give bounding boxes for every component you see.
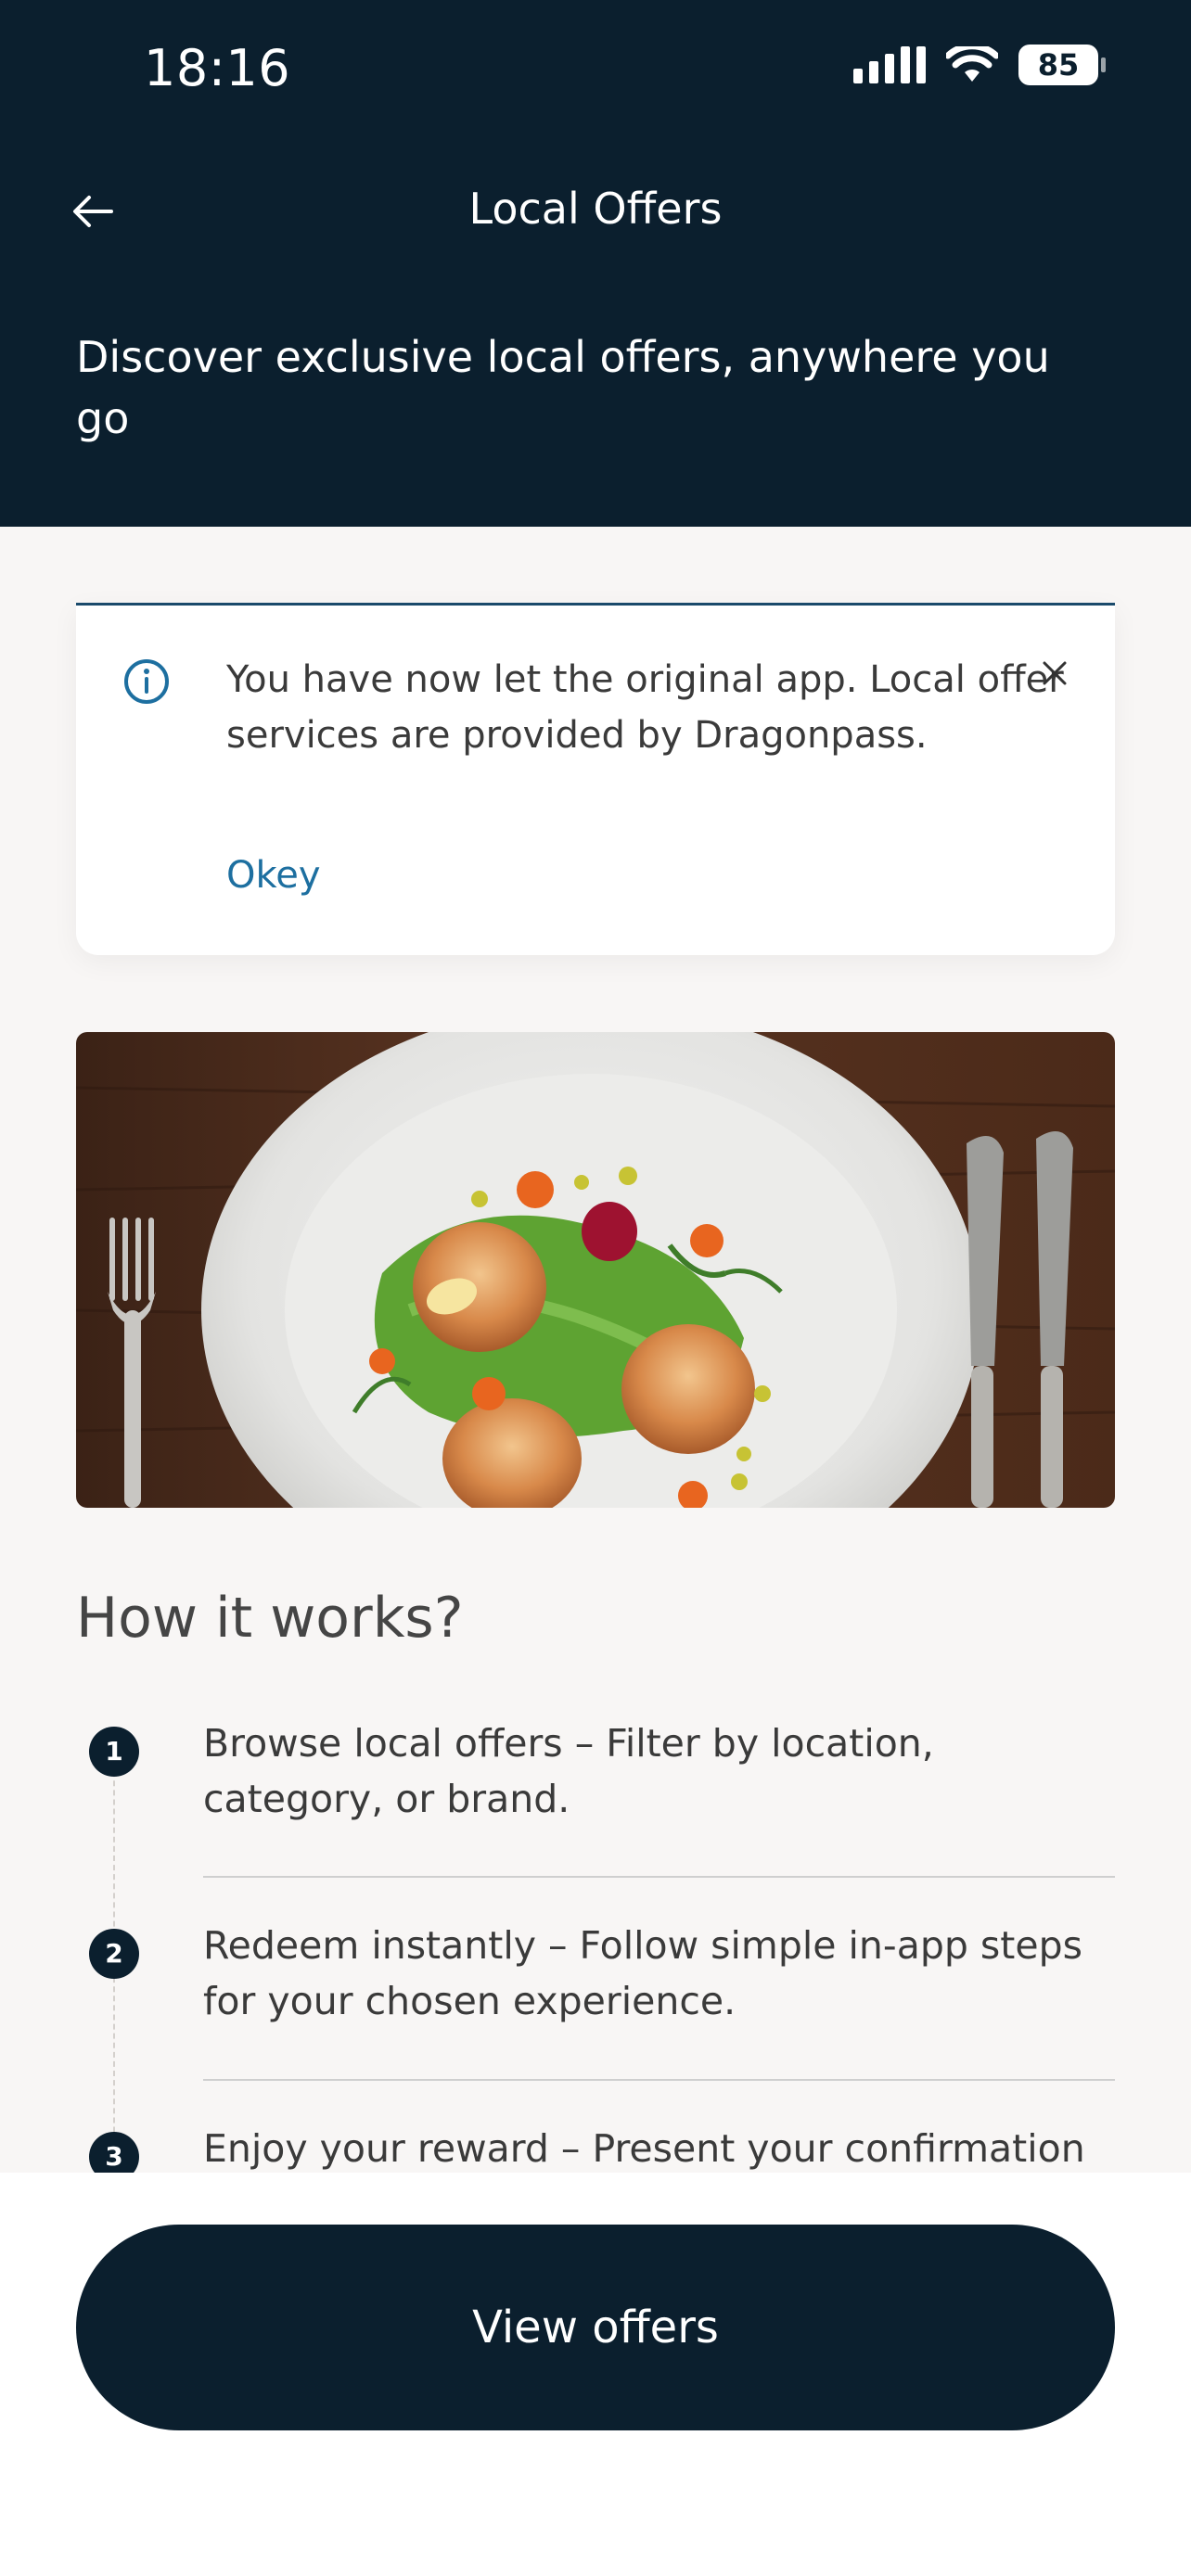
plated-scallops-illustration [76,1032,1115,1508]
step-number-badge: 2 [89,1929,139,1979]
view-offers-button[interactable]: View offers [76,2225,1115,2430]
step-text: Redeem instantly – Follow simple in-app … [203,1923,1082,2023]
page-title: Local Offers [468,184,723,234]
notice-message: You have now let the original app. Local… [226,658,1064,757]
cellular-signal-icon [853,46,926,83]
step-number-badge: 1 [89,1727,139,1777]
wifi-icon [946,46,998,82]
step-divider [203,1876,1115,1878]
okey-button[interactable]: Okey [226,854,321,897]
local-offers-screen: 18:16 85 Local Offers Discover exclusive… [0,0,1191,2576]
header: 18:16 85 Local Offers Discover exclusive… [0,0,1191,527]
page-subtitle: Discover exclusive local offers, anywher… [76,332,1050,443]
battery-indicator: 85 [1018,45,1106,85]
close-button[interactable] [1033,652,1076,695]
step-text: Enjoy your reward – Present your confirm… [203,2126,1085,2171]
info-icon [124,659,169,704]
info-notice: You have now let the original app. Local… [76,603,1115,955]
step-divider [203,2079,1115,2081]
offer-hero-image [76,1032,1115,1508]
status-time: 18:16 [144,39,291,97]
how-it-works-title: How it works? [76,1586,464,1651]
step-text: Browse local offers – Filter by location… [203,1721,934,1821]
bottom-action-bar: View offers [0,2173,1191,2576]
close-icon [1043,661,1067,685]
status-icons: 85 [853,45,1106,85]
